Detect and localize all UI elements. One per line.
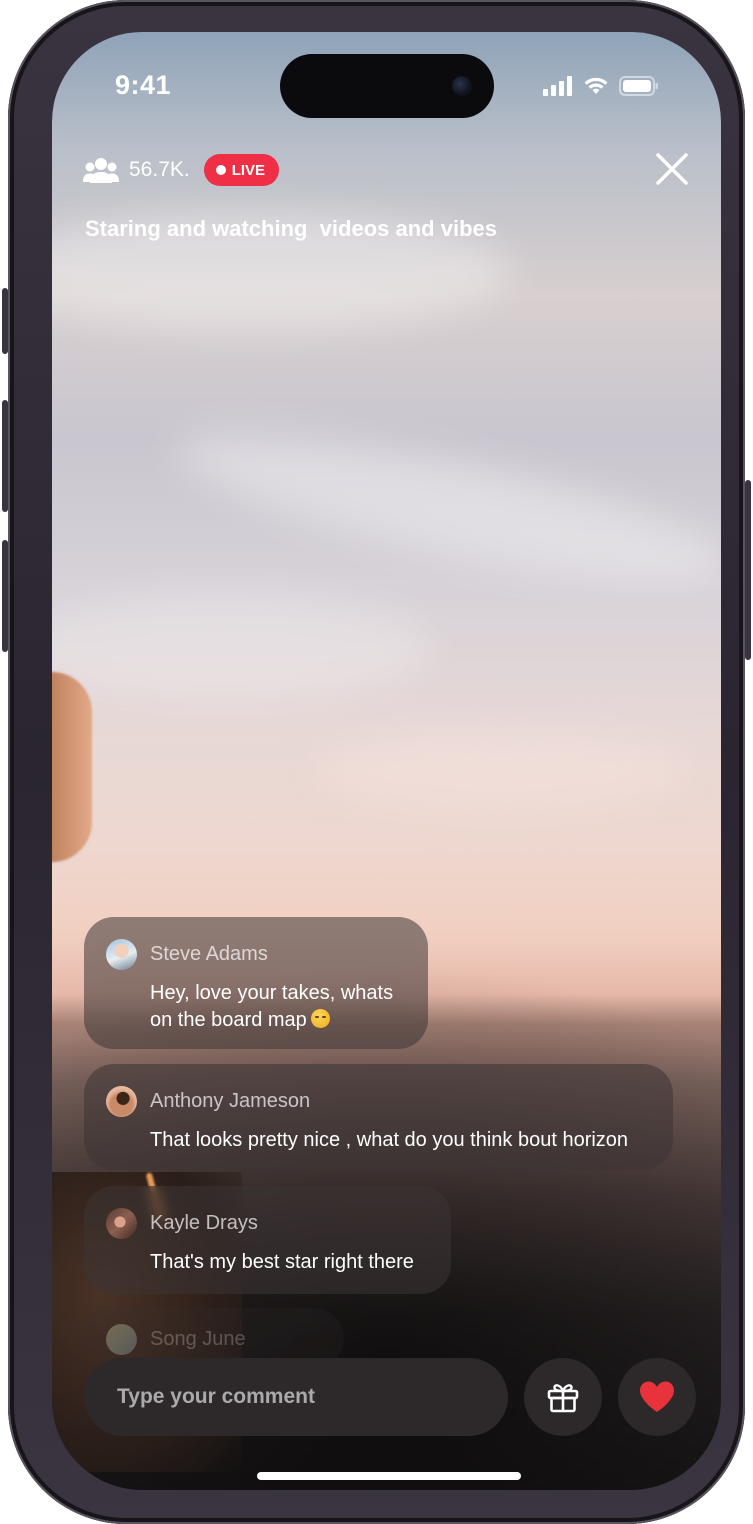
comment-card: Steve Adams Hey, love your takes, whats … [84, 917, 428, 1049]
cloud-streak [168, 404, 721, 610]
dynamic-island [280, 54, 494, 118]
live-stream-screen: 9:41 56.7K. LIVE Staring and watching vi… [52, 32, 721, 1490]
comment-text: That looks pretty nice , what do you thi… [150, 1129, 629, 1151]
avatar [106, 939, 137, 970]
like-button[interactable] [618, 1358, 696, 1436]
power-button [745, 480, 751, 660]
stream-title: Staring and watching videos and vibes [85, 216, 497, 241]
comment-input[interactable] [84, 1358, 508, 1436]
comment-text-line: on the board map [150, 1009, 307, 1031]
phone-frame: 9:41 56.7K. LIVE Staring and watching vi… [2, 0, 751, 1524]
heart-icon [640, 1381, 674, 1412]
avatar [106, 1086, 137, 1117]
wifi-icon [584, 77, 608, 94]
volume-up-button [2, 400, 8, 512]
battery-icon [619, 76, 658, 96]
raised-hand-silhouette [52, 672, 92, 862]
people-icon [83, 158, 119, 183]
home-indicator[interactable] [257, 1472, 521, 1480]
comment-author: Kayle Drays [150, 1212, 258, 1234]
live-label: LIVE [231, 161, 266, 179]
gift-button[interactable] [524, 1358, 602, 1436]
comment-card: Anthony Jameson That looks pretty nice ,… [84, 1064, 673, 1170]
comment-text: Hey, love your takes, whats on the board… [150, 980, 404, 1034]
cloud-streak [52, 592, 432, 702]
live-dot [215, 165, 226, 175]
avatar [106, 1324, 137, 1355]
close-icon[interactable] [653, 150, 691, 188]
volume-down-button [2, 540, 8, 652]
front-camera [452, 76, 472, 96]
comment-card: Kayle Drays That's my best star right th… [84, 1186, 451, 1294]
comment-text-line: Hey, love your takes, whats [150, 982, 394, 1004]
comment-author: Anthony Jameson [150, 1090, 311, 1112]
cellular-signal-icon [543, 76, 572, 96]
cloud-streak [312, 732, 692, 812]
viewer-info: 56.7K. LIVE [83, 154, 280, 186]
status-time: 9:41 [115, 70, 172, 100]
comment-author: Song June [150, 1328, 246, 1350]
relieved-face-emoji [310, 1009, 330, 1028]
viewer-count: 56.7K. [129, 158, 190, 181]
comment-author: Steve Adams [150, 943, 268, 965]
action-button [2, 288, 8, 354]
gift-icon [547, 1384, 579, 1413]
live-badge: LIVE [203, 154, 280, 186]
avatar [106, 1208, 137, 1239]
status-icons [543, 76, 659, 96]
comment-text: That's my best star right there [150, 1251, 414, 1273]
